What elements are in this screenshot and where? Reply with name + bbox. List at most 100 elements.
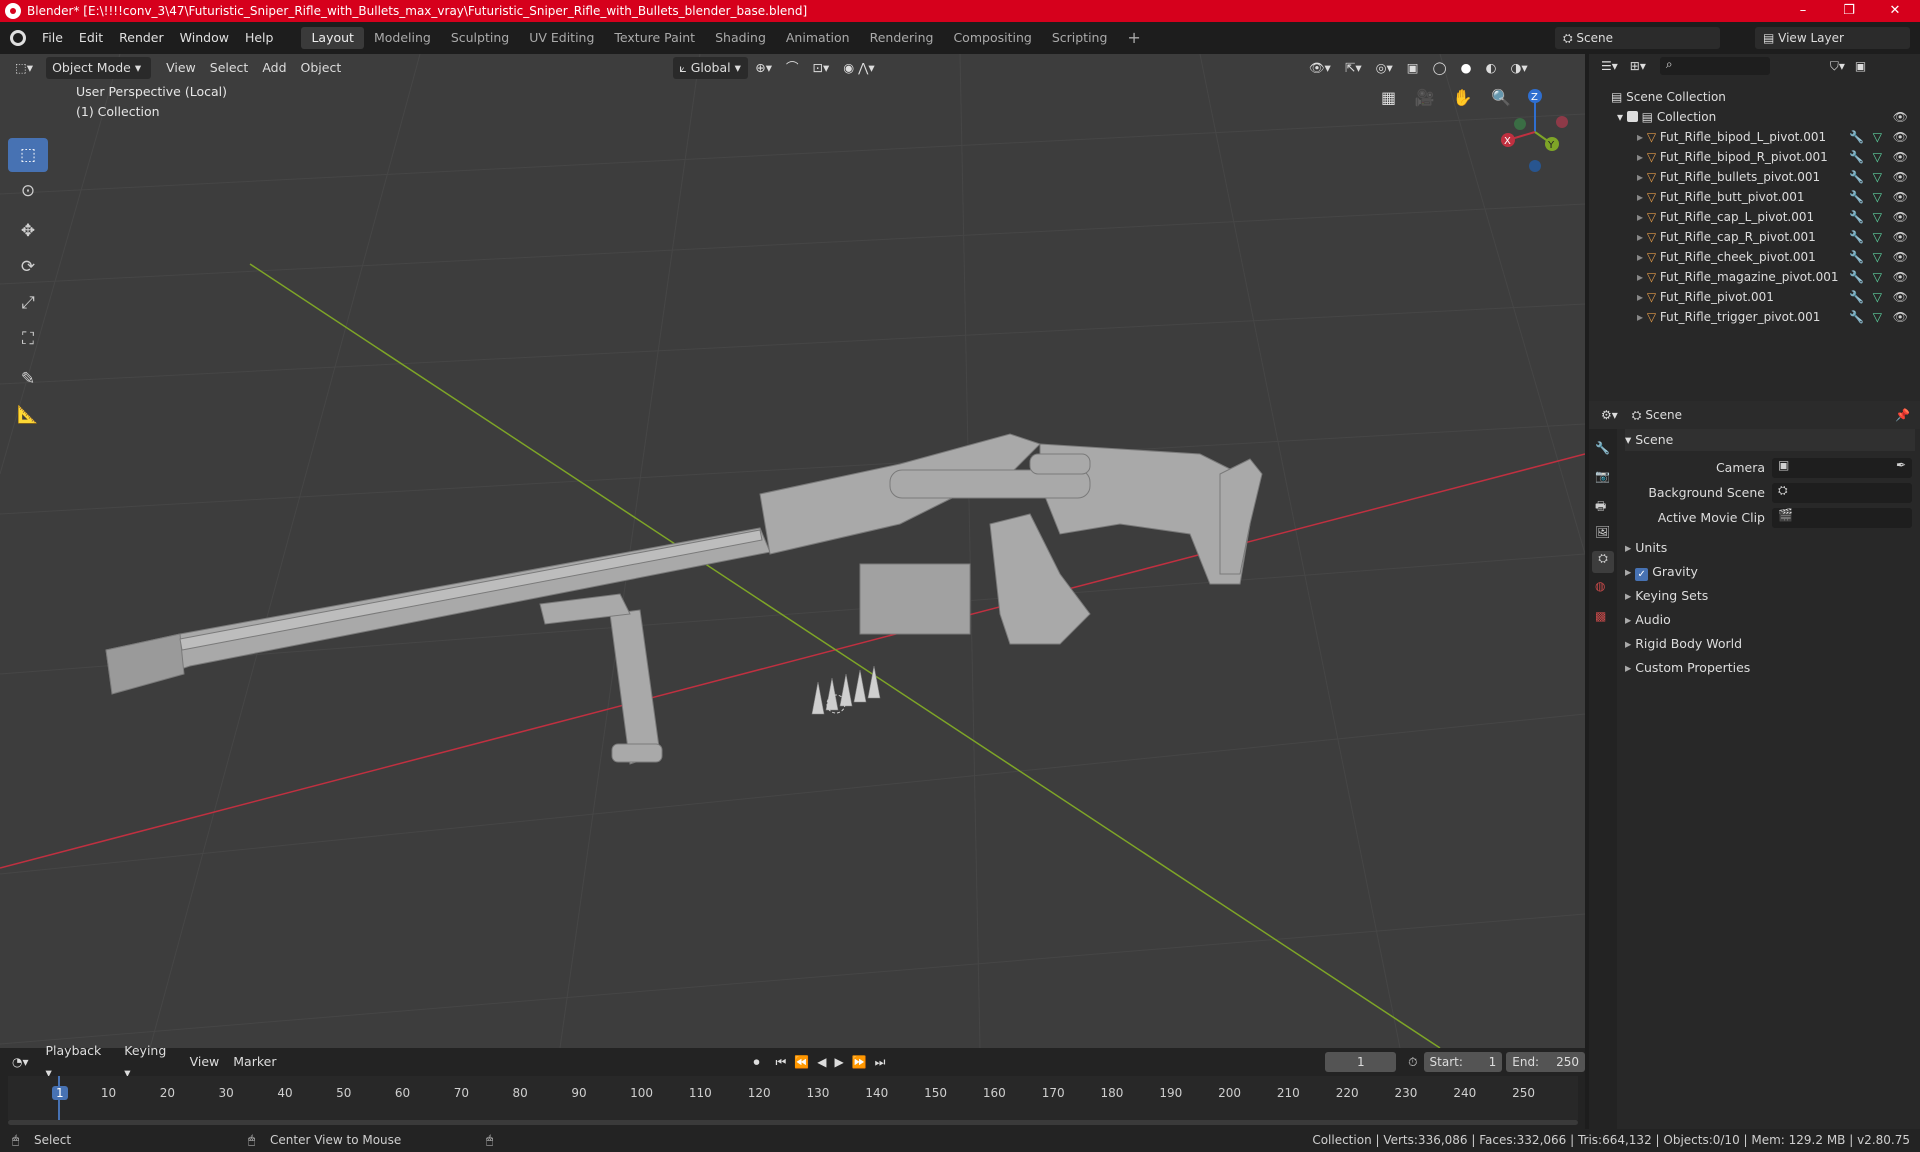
end-frame-field[interactable]: End: 250: [1506, 1052, 1585, 1072]
tab-compositing[interactable]: Compositing: [943, 27, 1041, 49]
expand-arrow-icon[interactable]: ▸: [1637, 290, 1647, 304]
tool-tab-icon[interactable]: 🔧: [1595, 441, 1610, 455]
menu-edit[interactable]: Edit: [71, 22, 111, 54]
object-menu[interactable]: Object: [294, 57, 349, 79]
marker-menu[interactable]: Marker: [226, 1051, 283, 1073]
measure-tool-icon[interactable]: 📐: [8, 398, 48, 432]
outliner-object-row[interactable]: ▸ ▽ Fut_Rifle_bipod_L_pivot.001 🔧 ▽ 👁: [1589, 127, 1920, 147]
visibility-eye-icon[interactable]: 👁: [1893, 267, 1908, 287]
modifier-wrench-icon[interactable]: 🔧: [1849, 227, 1864, 247]
timeline-ruler[interactable]: 1 10 20 30 40 50 60 70 80 90 100 110 120 130 140 150 160…: [8, 1076, 1578, 1120]
modifier-wrench-icon[interactable]: 🔧: [1849, 187, 1864, 207]
modifier-wrench-icon[interactable]: 🔧: [1849, 207, 1864, 227]
cursor-tool-icon[interactable]: ⊙: [8, 174, 48, 208]
outliner-object-row[interactable]: ▸ ▽ Fut_Rifle_pivot.001 🔧 ▽ 👁: [1589, 287, 1920, 307]
modifier-wrench-icon[interactable]: 🔧: [1849, 247, 1864, 267]
modifier-wrench-icon[interactable]: 🔧: [1849, 307, 1864, 327]
render-tab-icon[interactable]: 📷: [1595, 469, 1610, 483]
menu-window[interactable]: Window: [172, 22, 237, 54]
outliner-object-row[interactable]: ▸ ▽ Fut_Rifle_bipod_R_pivot.001 🔧 ▽ 👁: [1589, 147, 1920, 167]
play-icon[interactable]: ▶: [834, 1055, 843, 1069]
mesh-data-icon[interactable]: ▽: [1873, 127, 1882, 147]
expand-arrow-icon[interactable]: ▸: [1637, 210, 1647, 224]
menu-file[interactable]: File: [34, 22, 71, 54]
mesh-data-icon[interactable]: ▽: [1873, 267, 1882, 287]
menu-render[interactable]: Render: [111, 22, 172, 54]
transform-tool-icon[interactable]: ⛶: [8, 322, 48, 356]
mesh-data-icon[interactable]: ▽: [1873, 167, 1882, 187]
visibility-eye-icon[interactable]: 👁: [1893, 287, 1908, 307]
visibility-icon[interactable]: 👁▾: [1302, 57, 1338, 79]
timeline-scrollbar[interactable]: [8, 1120, 1578, 1125]
mesh-data-icon[interactable]: ▽: [1873, 187, 1882, 207]
mesh-data-icon[interactable]: ▽: [1873, 247, 1882, 267]
active-movie-clip-field[interactable]: 🎬: [1772, 508, 1912, 528]
modifier-wrench-icon[interactable]: 🔧: [1849, 267, 1864, 287]
play-reverse-icon[interactable]: ◀: [817, 1055, 826, 1069]
visibility-eye-icon[interactable]: 👁: [1893, 187, 1908, 207]
rotate-tool-icon[interactable]: ⟳: [8, 250, 48, 284]
modifier-wrench-icon[interactable]: 🔧: [1849, 147, 1864, 167]
tab-uv-editing[interactable]: UV Editing: [519, 27, 604, 49]
scene-tab-icon[interactable]: ⛭: [1592, 551, 1614, 573]
pivot-point-icon[interactable]: ⊕▾: [748, 57, 779, 79]
camera-field[interactable]: ▣ ✒: [1772, 458, 1912, 478]
select-menu[interactable]: Select: [203, 57, 256, 79]
scene-selector[interactable]: ⛭ Scene: [1555, 27, 1720, 49]
properties-section-rigid-body-world[interactable]: ▸ Rigid Body World: [1625, 636, 1915, 651]
navigation-gizmo[interactable]: Z X Y: [1490, 84, 1580, 174]
tab-shading[interactable]: Shading: [705, 27, 776, 49]
outliner-object-row[interactable]: ▸ ▽ Fut_Rifle_butt_pivot.001 🔧 ▽ 👁: [1589, 187, 1920, 207]
modifier-wrench-icon[interactable]: 🔧: [1849, 127, 1864, 147]
transform-orientation-dropdown[interactable]: ⟀ Global ▾: [673, 57, 749, 79]
mesh-data-icon[interactable]: ▽: [1873, 207, 1882, 227]
visibility-eye-icon[interactable]: 👁: [1893, 167, 1908, 187]
grid-view-icon[interactable]: ▦: [1381, 88, 1396, 107]
record-button-icon[interactable]: ⏺: [753, 1055, 759, 1070]
mesh-data-icon[interactable]: ▽: [1873, 147, 1882, 167]
tab-rendering[interactable]: Rendering: [860, 27, 944, 49]
maximize-button[interactable]: ❐: [1826, 0, 1872, 22]
properties-section-units[interactable]: ▸ Units: [1625, 540, 1915, 555]
rendered-shading-icon[interactable]: ◑▾: [1503, 57, 1534, 79]
tab-modeling[interactable]: Modeling: [364, 27, 441, 49]
eyedropper-icon[interactable]: ✒: [1896, 458, 1906, 472]
scene-panel-header[interactable]: ▾ Scene: [1625, 429, 1915, 451]
visibility-eye-icon[interactable]: 👁: [1893, 147, 1908, 167]
new-collection-icon[interactable]: ▣: [1855, 59, 1866, 73]
outliner-search-input[interactable]: ⌕: [1659, 57, 1770, 75]
outliner-object-row[interactable]: ▸ ▽ Fut_Rifle_cheek_pivot.001 🔧 ▽ 👁: [1589, 247, 1920, 267]
view-menu[interactable]: View: [159, 57, 203, 79]
expand-arrow-icon[interactable]: ▸: [1637, 250, 1647, 264]
timeline-view-menu[interactable]: View: [183, 1051, 227, 1073]
output-tab-icon[interactable]: 🖶: [1595, 497, 1606, 518]
visibility-eye-icon[interactable]: 👁: [1893, 127, 1908, 147]
current-frame-field[interactable]: 1: [1325, 1052, 1397, 1072]
move-tool-icon[interactable]: ✥: [8, 214, 48, 248]
annotate-tool-icon[interactable]: ✎: [8, 362, 48, 396]
pin-icon[interactable]: 📌: [1895, 408, 1910, 422]
background-scene-field[interactable]: ⛭: [1772, 483, 1912, 503]
expand-arrow-icon[interactable]: ▸: [1637, 270, 1647, 284]
stopwatch-icon[interactable]: ⏱: [1408, 1055, 1417, 1070]
modifier-wrench-icon[interactable]: 🔧: [1849, 287, 1864, 307]
properties-editor-icon[interactable]: ⚙▾: [1601, 408, 1618, 422]
material-shading-icon[interactable]: ◐: [1479, 57, 1504, 79]
expand-arrow-icon[interactable]: ▸: [1637, 230, 1647, 244]
scene-collection-row[interactable]: ▤ Scene Collection: [1589, 87, 1920, 107]
start-frame-field[interactable]: Start: 1: [1423, 1052, 1503, 1072]
add-menu[interactable]: Add: [255, 57, 293, 79]
expand-arrow-icon[interactable]: ▸: [1637, 130, 1647, 144]
expand-arrow-icon[interactable]: ▸: [1637, 310, 1647, 324]
mode-dropdown[interactable]: Object Mode ▾: [46, 57, 152, 79]
expand-arrow-icon[interactable]: ▸: [1637, 170, 1647, 184]
add-workspace-icon[interactable]: +: [1117, 27, 1150, 49]
tab-scripting[interactable]: Scripting: [1042, 27, 1118, 49]
expand-arrow-icon[interactable]: ▾: [1617, 110, 1627, 124]
visibility-eye-icon[interactable]: 👁: [1893, 107, 1908, 127]
select-box-tool-icon[interactable]: ⬚: [8, 138, 48, 172]
overlays-icon[interactable]: ◎▾: [1369, 57, 1400, 79]
timeline-editor-icon[interactable]: ◔▾: [12, 1055, 29, 1069]
jump-end-icon[interactable]: ⏭: [875, 1055, 886, 1070]
visibility-eye-icon[interactable]: 👁: [1893, 307, 1908, 327]
